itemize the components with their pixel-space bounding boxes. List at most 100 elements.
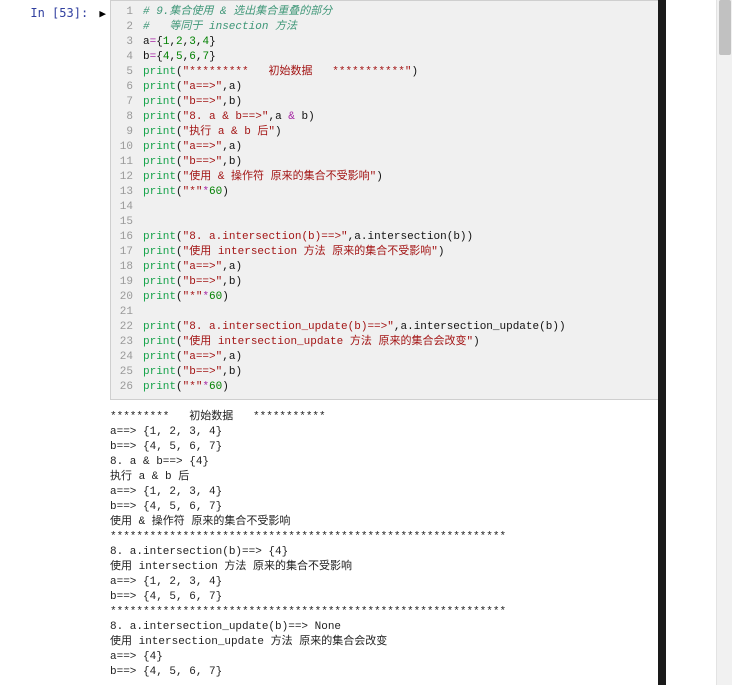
token-punc: , — [222, 141, 229, 153]
code-line[interactable] — [143, 215, 655, 230]
code-line[interactable]: print("a==>",a) — [143, 260, 655, 275]
token-func: print — [143, 351, 176, 363]
token-punc: ) — [275, 126, 282, 138]
token-name: b — [295, 111, 308, 123]
token-punc: ( — [176, 111, 183, 123]
token-num: 60 — [209, 291, 222, 303]
code-input-area[interactable]: 1234567891011121314151617181920212223242… — [110, 0, 662, 400]
line-number: 14 — [111, 200, 133, 215]
code-line[interactable]: print("使用 intersection_update 方法 原来的集合会改… — [143, 335, 655, 350]
line-number: 4 — [111, 50, 133, 65]
code-line[interactable]: print("执行 a & b 后") — [143, 125, 655, 140]
inner-scrollbar[interactable] — [658, 0, 666, 685]
line-number: 22 — [111, 320, 133, 335]
code-line[interactable]: print("b==>",b) — [143, 155, 655, 170]
line-number: 20 — [111, 290, 133, 305]
output-line: ****************************************… — [110, 530, 662, 545]
token-punc: { — [156, 36, 163, 48]
code-line[interactable]: print("a==>",a) — [143, 350, 655, 365]
code-line[interactable]: print("使用 intersection 方法 原来的集合不受影响") — [143, 245, 655, 260]
page-scrollbar[interactable] — [716, 0, 732, 685]
token-punc: , — [222, 261, 229, 273]
token-punc: ( — [176, 246, 183, 258]
line-number: 8 — [111, 110, 133, 125]
token-func: print — [143, 171, 176, 183]
code-line[interactable]: print("使用 & 操作符 原来的集合不受影响") — [143, 170, 655, 185]
code-line[interactable]: print("8. a & b==>",a & b) — [143, 110, 655, 125]
output-line: b==> {4, 5, 6, 7} — [110, 500, 662, 515]
token-func: print — [143, 96, 176, 108]
token-punc: ( — [176, 291, 183, 303]
line-number: 26 — [111, 380, 133, 395]
token-name: b — [453, 231, 460, 243]
line-number: 17 — [111, 245, 133, 260]
token-str: "执行 a & b 后" — [183, 126, 275, 138]
token-punc: ) — [376, 171, 383, 183]
code-line[interactable]: # 等同于 insection 方法 — [143, 20, 655, 35]
token-name: intersection — [367, 231, 446, 243]
token-punc: ( — [176, 96, 183, 108]
code-line[interactable]: print("b==>",b) — [143, 365, 655, 380]
token-punc: ( — [176, 276, 183, 288]
token-punc: } — [209, 36, 216, 48]
code-line[interactable]: print("8. a.intersection_update(b)==>",a… — [143, 320, 655, 335]
token-func: print — [143, 186, 176, 198]
scroll-thumb[interactable] — [719, 0, 731, 55]
line-number: 3 — [111, 35, 133, 50]
token-func: print — [143, 246, 176, 258]
token-str: "a==>" — [183, 141, 223, 153]
line-number: 6 — [111, 80, 133, 95]
line-number: 18 — [111, 260, 133, 275]
token-str: "*" — [183, 186, 203, 198]
token-punc: ) — [235, 351, 242, 363]
code-line[interactable]: print("*"*60) — [143, 290, 655, 305]
token-str: "8. a & b==>" — [183, 111, 269, 123]
token-func: print — [143, 336, 176, 348]
token-punc: ) — [467, 231, 474, 243]
code-line[interactable]: print("a==>",a) — [143, 140, 655, 155]
token-punc: ) — [552, 321, 559, 333]
token-punc: { — [156, 51, 163, 63]
token-punc: , — [222, 81, 229, 93]
token-op: & — [288, 111, 295, 123]
code-line[interactable]: print("*"*60) — [143, 185, 655, 200]
code-line[interactable]: print("b==>",b) — [143, 275, 655, 290]
token-str: "a==>" — [183, 81, 223, 93]
line-number: 10 — [111, 140, 133, 155]
token-name: a — [143, 36, 150, 48]
output-line: b==> {4, 5, 6, 7} — [110, 440, 662, 455]
token-name: a — [275, 111, 288, 123]
token-punc: ) — [438, 246, 445, 258]
code-line[interactable]: a={1,2,3,4} — [143, 35, 655, 50]
token-num: 60 — [209, 381, 222, 393]
token-str: "a==>" — [183, 351, 223, 363]
token-punc: ( — [176, 141, 183, 153]
line-number: 23 — [111, 335, 133, 350]
output-line: a==> {1, 2, 3, 4} — [110, 575, 662, 590]
line-number: 9 — [111, 125, 133, 140]
token-punc: ( — [539, 321, 546, 333]
code-text[interactable]: # 9.集合使用 & 选出集合重叠的部分# 等同于 insection 方法a=… — [137, 1, 661, 399]
line-number: 1 — [111, 5, 133, 20]
code-line[interactable]: # 9.集合使用 & 选出集合重叠的部分 — [143, 5, 655, 20]
code-line[interactable]: print("********* 初始数据 ***********") — [143, 65, 655, 80]
token-punc: , — [222, 276, 229, 288]
code-line[interactable]: print("a==>",a) — [143, 80, 655, 95]
token-punc: ( — [176, 231, 183, 243]
code-line[interactable]: print("8. a.intersection(b)==>",a.inters… — [143, 230, 655, 245]
code-line[interactable]: print("*"*60) — [143, 380, 655, 395]
token-name: intersection_update — [414, 321, 539, 333]
run-cell-icon[interactable]: ▶ — [99, 7, 106, 21]
token-num: 2 — [176, 36, 183, 48]
code-line[interactable]: b={4,5,6,7} — [143, 50, 655, 65]
line-number: 12 — [111, 170, 133, 185]
token-punc: ) — [235, 366, 242, 378]
output-line: ********* 初始数据 *********** — [110, 410, 662, 425]
line-number: 5 — [111, 65, 133, 80]
token-punc: ) — [308, 111, 315, 123]
token-punc: ( — [176, 336, 183, 348]
code-line[interactable]: print("b==>",b) — [143, 95, 655, 110]
token-punc: , — [222, 96, 229, 108]
code-line[interactable] — [143, 200, 655, 215]
code-line[interactable] — [143, 305, 655, 320]
